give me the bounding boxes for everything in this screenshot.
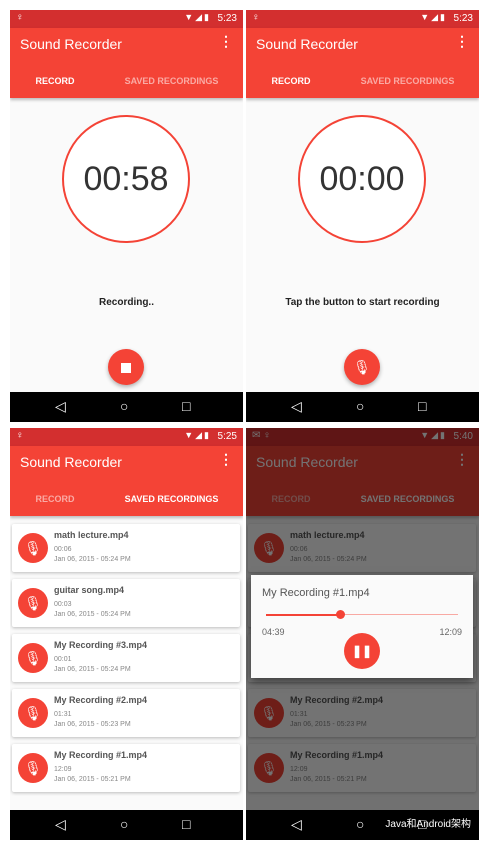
recents-icon[interactable]: □ <box>418 398 426 414</box>
phone-screen: ♀ ▼◢▮ 5:23 Sound Recorder ⋮ RECORD SAVED RECOR… <box>246 10 479 422</box>
back-icon[interactable]: ◁ <box>291 816 302 833</box>
playback-title: My Recording #1.mp4 <box>262 587 370 599</box>
mic-icon: 🎙 <box>18 643 48 673</box>
status-bar: ♀ ▼◢▮ 5:23 <box>246 10 479 28</box>
phone-screen: ♀ ▼◢▮ 5:23 Sound Recorder ⋮ RECORD SAVED RECOR… <box>10 10 243 422</box>
recording-name: My Recording #3.mp4 <box>54 640 148 650</box>
pause-icon: ❚❚ <box>351 644 373 658</box>
overflow-menu-icon[interactable]: ⋮ <box>455 34 469 48</box>
pause-button[interactable]: ❚❚ <box>344 633 380 669</box>
back-icon[interactable]: ◁ <box>55 816 66 833</box>
notification-icon: ♀ <box>16 430 24 441</box>
status-bar: ♀ ▼◢▮ 5:25 <box>10 428 243 446</box>
recording-list-item[interactable]: 🎙 guitar song.mp4 00:03 Jan 06, 2015 - 05:2… <box>12 579 240 627</box>
app-bar: Sound Recorder ⋮ RECORDSAVED RECORDINGS <box>10 446 243 516</box>
timer-display: 00:58 <box>62 115 190 243</box>
recording-status: Recording.. <box>98 297 154 308</box>
phone-screen: ✉ ♀▼◢▮5:40Sound Recorder⋮RECORDSAVED REC… <box>246 428 479 840</box>
notification-icon: ♀ <box>252 12 260 23</box>
seek-bar[interactable] <box>266 610 458 619</box>
home-icon[interactable]: ○ <box>356 398 364 414</box>
signal-battery-icons: ▼◢▮ <box>184 430 211 440</box>
overflow-menu-icon[interactable]: ⋮ <box>219 452 233 466</box>
status-bar: ♀ ▼◢▮ 5:23 <box>10 10 243 28</box>
recording-date: Jan 06, 2015 - 05:24 PM <box>54 556 131 563</box>
playback-dialog: My Recording #1.mp4 04:39 12:09 ❚❚ <box>251 575 473 678</box>
status-time: 5:25 <box>217 431 237 442</box>
recording-date: Jan 06, 2015 - 05:24 PM <box>54 611 131 618</box>
tab-saved-recordings[interactable]: SAVED RECORDINGS <box>100 66 243 98</box>
app-bar: Sound Recorder ⋮ RECORDSAVED RECORDINGS <box>10 28 243 98</box>
recording-date: Jan 06, 2015 - 05:24 PM <box>54 666 131 673</box>
tab-record[interactable]: RECORD <box>246 66 336 98</box>
recording-date: Jan 06, 2015 - 05:23 PM <box>54 721 131 728</box>
recording-name: math lecture.mp4 <box>54 530 129 540</box>
total-time: 12:09 <box>439 627 462 637</box>
app-title: Sound Recorder <box>20 36 122 52</box>
stop-icon <box>121 363 131 374</box>
recording-length: 00:06 <box>54 546 72 553</box>
phone-screen: ♀ ▼◢▮ 5:25 Sound Recorder ⋮ RECORD SAVED RECOR… <box>10 428 243 840</box>
tab-saved-recordings[interactable]: SAVED RECORDINGS <box>100 484 243 516</box>
recording-name: guitar song.mp4 <box>54 585 125 595</box>
tab-saved-recordings[interactable]: SAVED RECORDINGS <box>336 66 479 98</box>
recording-list-item[interactable]: 🎙 My Recording #3.mp4 00:01 Jan 06, 2015 - … <box>12 634 240 682</box>
status-time: 5:23 <box>217 13 237 24</box>
timer-display: 00:00 <box>298 115 426 243</box>
seek-progress <box>266 614 340 616</box>
current-time: 04:39 <box>262 627 285 637</box>
navigation-bar: ◁ ○ □ <box>10 810 243 840</box>
app-bar: Sound Recorder ⋮ RECORDSAVED RECORDINGS <box>246 28 479 98</box>
recording-list-item[interactable]: 🎙 My Recording #2.mp4 01:31 Jan 06, 2015 - … <box>12 689 240 737</box>
recording-length: 12:09 <box>54 766 72 773</box>
mic-icon: 🎙 <box>18 533 48 563</box>
back-icon[interactable]: ◁ <box>55 398 66 415</box>
recording-list-item[interactable]: 🎙 math lecture.mp4 00:06 Jan 06, 2015 - 05:… <box>12 524 240 572</box>
mic-icon: 🎙 <box>18 753 48 783</box>
app-title: Sound Recorder <box>20 454 122 470</box>
recents-icon[interactable]: □ <box>182 816 190 832</box>
tab-record[interactable]: RECORD <box>10 66 100 98</box>
recording-length: 01:31 <box>54 711 72 718</box>
recording-status: Tap the button to start recording <box>285 297 440 308</box>
overflow-menu-icon[interactable]: ⋮ <box>219 34 233 48</box>
tab-record[interactable]: RECORD <box>10 484 100 516</box>
home-icon[interactable]: ○ <box>120 816 128 832</box>
notification-icon: ♀ <box>16 12 24 23</box>
navigation-bar: ◁ ○ □ <box>246 392 479 422</box>
app-title: Sound Recorder <box>256 36 358 52</box>
signal-battery-icons: ▼◢▮ <box>184 12 211 22</box>
stop-button[interactable] <box>108 349 144 385</box>
mic-icon: 🎙 <box>18 698 48 728</box>
mic-icon: 🎙 <box>18 588 48 618</box>
recents-icon[interactable]: □ <box>182 398 190 414</box>
recording-date: Jan 06, 2015 - 05:21 PM <box>54 776 131 783</box>
signal-battery-icons: ▼◢▮ <box>420 12 447 22</box>
seek-thumb[interactable] <box>335 610 345 619</box>
recording-list-item[interactable]: 🎙 My Recording #1.mp4 12:09 Jan 06, 2015 - … <box>12 744 240 792</box>
watermark: Java和Android架构 <box>385 819 471 830</box>
recording-name: My Recording #2.mp4 <box>54 695 148 705</box>
recording-name: My Recording #1.mp4 <box>54 750 148 760</box>
home-icon[interactable]: ○ <box>120 398 128 414</box>
recording-length: 00:01 <box>54 656 72 663</box>
status-time: 5:23 <box>453 13 473 24</box>
recording-length: 00:03 <box>54 601 72 608</box>
mic-icon: 🎙 <box>353 359 371 375</box>
back-icon[interactable]: ◁ <box>291 398 302 415</box>
home-icon[interactable]: ○ <box>356 816 364 832</box>
record-button[interactable]: 🎙 <box>344 349 380 385</box>
navigation-bar: ◁ ○ □ <box>10 392 243 422</box>
